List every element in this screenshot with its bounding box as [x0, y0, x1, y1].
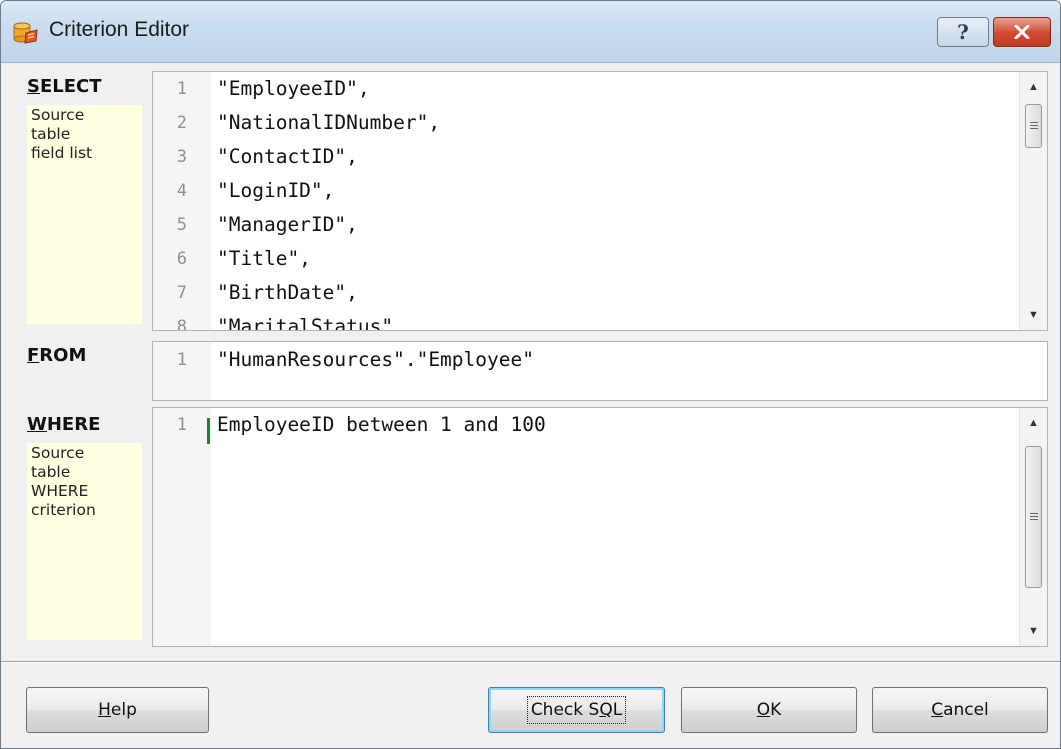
code-text: "EmployeeID", — [217, 77, 370, 100]
select-hint-line: field list — [31, 144, 93, 162]
question-mark-icon: ? — [957, 20, 969, 44]
code-line: 6 "Title", — [153, 246, 1013, 280]
code-text[interactable]: EmployeeID between 1 and 100 — [217, 413, 546, 436]
help-button-label: Help — [98, 700, 137, 720]
where-label: WHERE — [27, 414, 100, 435]
database-editor-icon — [13, 22, 38, 44]
grip-icon — [1029, 121, 1038, 131]
code-text: "ContactID", — [217, 145, 358, 168]
text-caret — [207, 418, 210, 444]
where-label-accel: W — [27, 414, 47, 435]
select-hint: Source table field list — [27, 105, 142, 324]
select-label: SELECT — [27, 76, 102, 97]
cancel-rest: ancel — [943, 700, 989, 720]
where-scrollbar[interactable]: ▲ ▼ — [1019, 408, 1047, 646]
code-line: 2 "NationalIDNumber", — [153, 110, 1013, 144]
close-button[interactable] — [993, 17, 1051, 47]
select-label-rest: ELECT — [39, 76, 102, 97]
from-label-accel: F — [27, 345, 40, 366]
close-icon — [1014, 25, 1030, 39]
where-hint-line: table — [31, 463, 71, 481]
where-hint-line: WHERE — [31, 482, 89, 500]
cancel-accel: C — [931, 700, 944, 720]
scrollbar-thumb[interactable] — [1025, 104, 1042, 148]
select-editor[interactable]: 1 "EmployeeID", 2 "NationalIDNumber", 3 … — [152, 71, 1048, 331]
where-hint-line: Source — [31, 444, 85, 462]
line-number: 5 — [176, 215, 187, 235]
line-number: 1 — [176, 79, 187, 99]
from-editor[interactable]: 1 "HumanResources"."Employee" — [152, 341, 1048, 401]
cancel-button-label: Cancel — [931, 700, 989, 720]
code-line: 1 EmployeeID between 1 and 100 — [153, 412, 1013, 446]
line-number: 1 — [176, 415, 187, 435]
help-accel: H — [98, 700, 111, 720]
line-number: 7 — [176, 283, 187, 303]
scroll-up-arrow-icon[interactable]: ▲ — [1020, 76, 1047, 98]
where-label-rest: HERE — [46, 414, 101, 435]
code-text: "ManagerID", — [217, 213, 358, 236]
select-hint-line: table — [31, 125, 71, 143]
code-line: 5 "ManagerID", — [153, 212, 1013, 246]
check-sql-button[interactable]: Check SQL — [488, 687, 665, 733]
select-hint-line: Source — [31, 106, 85, 124]
check-sql-after: L — [612, 700, 623, 720]
code-text: "HumanResources"."Employee" — [217, 348, 534, 371]
window-title: Criterion Editor — [49, 18, 190, 41]
help-rest: elp — [110, 700, 137, 720]
help-button[interactable]: Help — [26, 687, 209, 733]
check-sql-accel: Q — [599, 700, 613, 720]
cancel-button[interactable]: Cancel — [872, 687, 1048, 733]
where-hint-line: criterion — [31, 501, 96, 519]
code-line: 8 "MaritalStatus" — [153, 314, 1013, 331]
select-label-accel: S — [27, 76, 40, 97]
code-line: 1 "HumanResources"."Employee" — [153, 347, 1013, 381]
code-text: "LoginID", — [217, 179, 335, 202]
select-scrollbar[interactable]: ▲ ▼ — [1019, 72, 1047, 330]
code-text: "BirthDate", — [217, 281, 358, 304]
check-sql-button-label: Check SQL — [526, 696, 627, 724]
ok-button-label: OK — [757, 700, 782, 720]
code-line: 1 "EmployeeID", — [153, 76, 1013, 110]
code-text: "NationalIDNumber", — [217, 111, 441, 134]
ok-button[interactable]: OK — [681, 687, 857, 733]
criterion-editor-window: Criterion Editor ? SELECT Source table f… — [0, 0, 1061, 749]
line-number: 3 — [176, 147, 187, 167]
ok-rest: K — [770, 700, 782, 720]
from-label-rest: ROM — [39, 345, 87, 366]
line-number: 6 — [176, 249, 187, 269]
grip-icon — [1029, 512, 1038, 522]
check-sql-before: Check S — [530, 700, 600, 720]
code-line: 4 "LoginID", — [153, 178, 1013, 212]
help-title-button[interactable]: ? — [937, 17, 989, 47]
where-hint: Source table WHERE criterion — [27, 443, 142, 640]
code-line: 3 "ContactID", — [153, 144, 1013, 178]
code-text: "Title", — [217, 247, 311, 270]
scroll-down-arrow-icon[interactable]: ▼ — [1020, 304, 1047, 326]
scroll-down-arrow-icon[interactable]: ▼ — [1020, 620, 1047, 642]
line-number: 1 — [176, 350, 187, 370]
title-bar[interactable]: Criterion Editor ? — [1, 1, 1060, 63]
line-number: 2 — [176, 113, 187, 133]
line-number: 4 — [176, 181, 187, 201]
from-label: FROM — [27, 345, 86, 366]
scrollbar-thumb[interactable] — [1025, 446, 1042, 588]
footer-separator — [1, 661, 1060, 663]
code-line: 7 "BirthDate", — [153, 280, 1013, 314]
where-editor[interactable]: 1 EmployeeID between 1 and 100 ▲ ▼ — [152, 407, 1048, 647]
ok-accel: O — [756, 700, 771, 720]
scroll-up-arrow-icon[interactable]: ▲ — [1020, 412, 1047, 434]
line-number: 8 — [176, 317, 187, 331]
code-text: "MaritalStatus" — [217, 315, 394, 331]
